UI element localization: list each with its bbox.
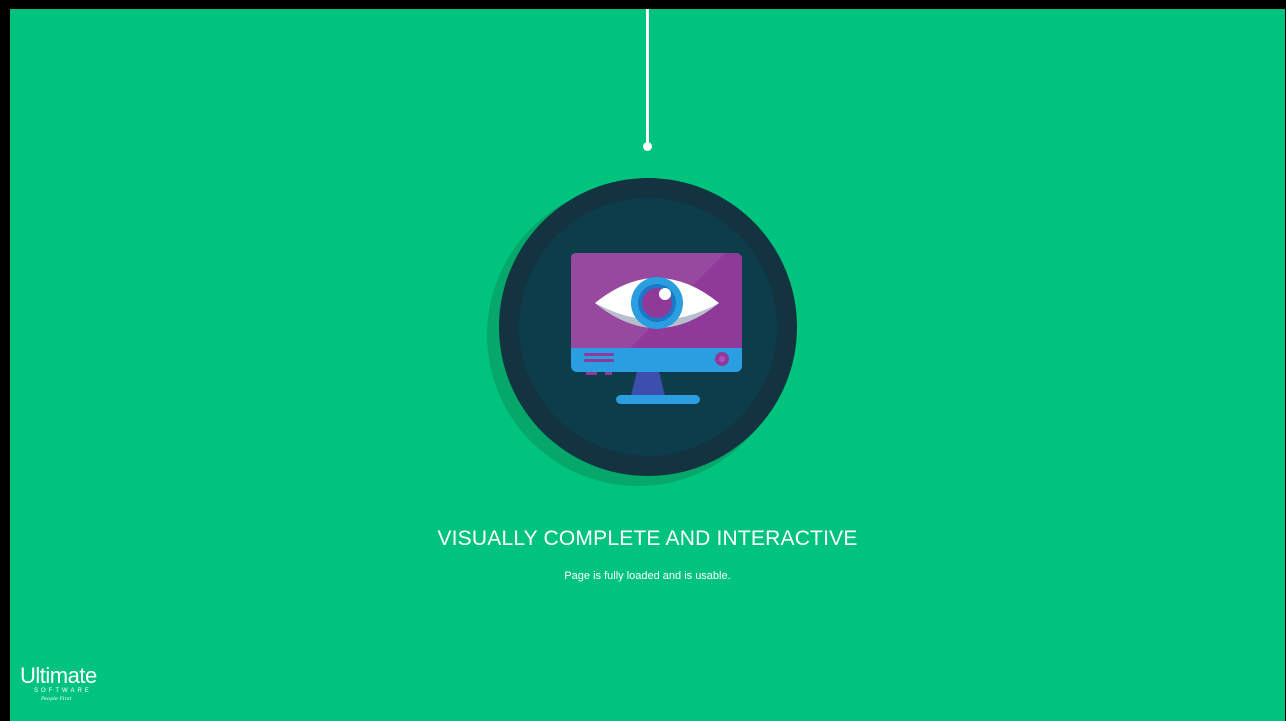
monitor-eye-icon <box>487 178 797 486</box>
status-title: VISUALLY COMPLETE AND INTERACTIVE <box>437 527 858 550</box>
ultimate-software-logo: Ultimate SOFTWARE People First <box>20 665 120 703</box>
logo-tagline: People First <box>41 696 72 702</box>
hanging-line <box>646 9 649 143</box>
status-subtitle: Page is fully loaded and is usable. <box>564 570 731 582</box>
logo-wordmark: Ultimate <box>20 663 97 688</box>
hanging-dot <box>643 142 652 151</box>
logo-subtext: SOFTWARE <box>34 688 92 694</box>
loading-screen: VISUALLY COMPLETE AND INTERACTIVE Page i… <box>10 9 1285 721</box>
